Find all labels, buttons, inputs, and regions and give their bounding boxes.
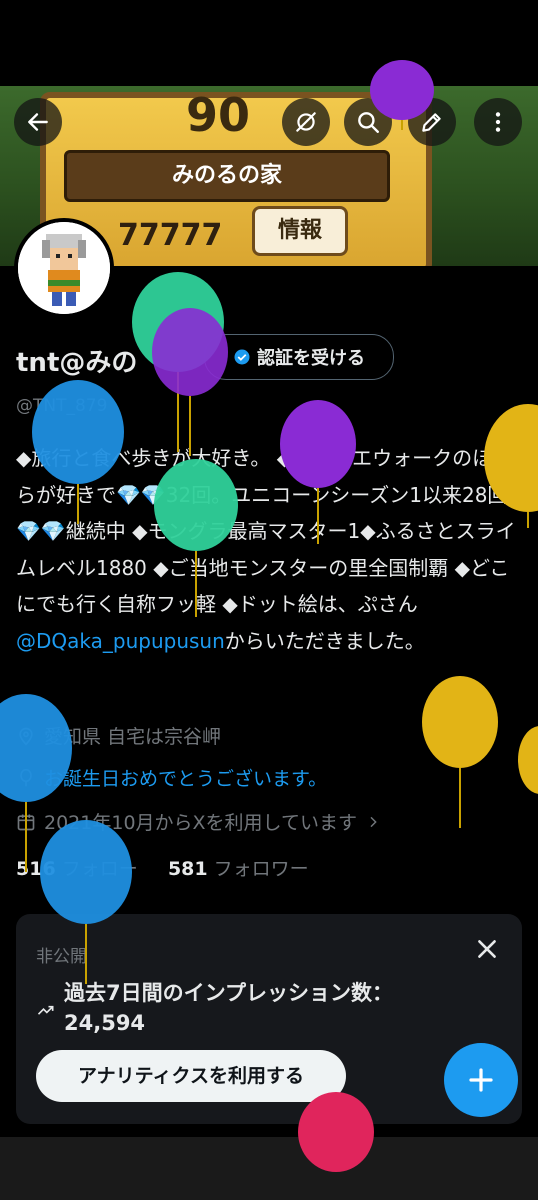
compose-icon [422,113,441,132]
pixel-avatar-icon [18,222,110,314]
analytics-button[interactable]: アナリティクスを利用する [36,1050,346,1102]
joined-row[interactable]: 2021年10月からXを利用しています [16,808,381,835]
close-icon[interactable] [474,936,500,962]
profile-handle: @TNT_879 [16,396,108,416]
bio-mention-link[interactable]: @DQaka_pupupusun [16,629,225,653]
compose-post-button[interactable] [444,1043,518,1117]
bio-text: ◆旅行と食べ歩きが大好き。 ◆ドラクエウォークのほこらが好きで💎💎32回。ユニコ… [16,446,516,616]
verify-label: 認証を受ける [257,348,365,369]
impressions-value: 24,594 [64,1011,146,1035]
back-arrow-icon [28,113,48,131]
location-pin-icon [19,727,33,746]
profile-bio: ◆旅行と食べ歩きが大好き。 ◆ドラクエウォークのほこらが好きで💎💎32回。ユニコ… [16,440,522,659]
banner-info-button: 情報 [252,206,348,256]
grok-icon [296,112,316,132]
bottom-navigation-bar [0,1137,538,1200]
banner-gold: 77777 [118,218,223,253]
verify-button[interactable]: 認証を受ける [204,334,394,380]
balloon-purple-1 [152,308,228,456]
impressions-label: 過去7日間のインプレッション数： [64,981,393,1005]
banner-house-name: みのるの家 [64,150,390,202]
bio-tail: からいただきました。 [224,628,425,653]
plus-icon [469,1068,493,1092]
back-button[interactable] [14,98,62,146]
more-icon [495,112,501,132]
chevron-right-icon [370,816,377,827]
birthday-text[interactable]: お誕生日おめでとうございます。 [44,764,327,791]
banner-level: 90 [186,88,251,142]
private-label: 非公開 [36,947,87,967]
birthday-row[interactable]: お誕生日おめでとうございます。 [16,764,327,791]
calendar-icon [17,814,35,830]
search-button[interactable] [344,98,392,146]
search-icon [358,112,379,133]
follow-stats: 516 フォロー 581 フォロワー [16,854,309,881]
impressions-summary: 過去7日間のインプレッション数： 24,594 [64,978,393,1038]
following-link[interactable]: 516 フォロー [16,858,138,880]
joined-text: 2021年10月からXを利用しています [44,812,357,834]
location-row: 愛知県 自宅は宗谷岬 [16,722,221,749]
compose-button[interactable] [408,98,456,146]
balloon-yellow-2 [422,676,498,828]
verified-badge-icon [234,349,250,365]
followers-link[interactable]: 581 フォロワー [168,858,309,880]
profile-name: tnt@みの [16,348,138,378]
trend-up-icon [37,1005,54,1015]
avatar[interactable] [14,218,114,318]
grok-button[interactable] [282,98,330,146]
more-options-button[interactable] [474,98,522,146]
balloon-yellow-3 [518,726,538,794]
balloon-icon [20,768,32,786]
status-bar-area [0,0,538,86]
location-text: 愛知県 自宅は宗谷岬 [44,726,222,748]
